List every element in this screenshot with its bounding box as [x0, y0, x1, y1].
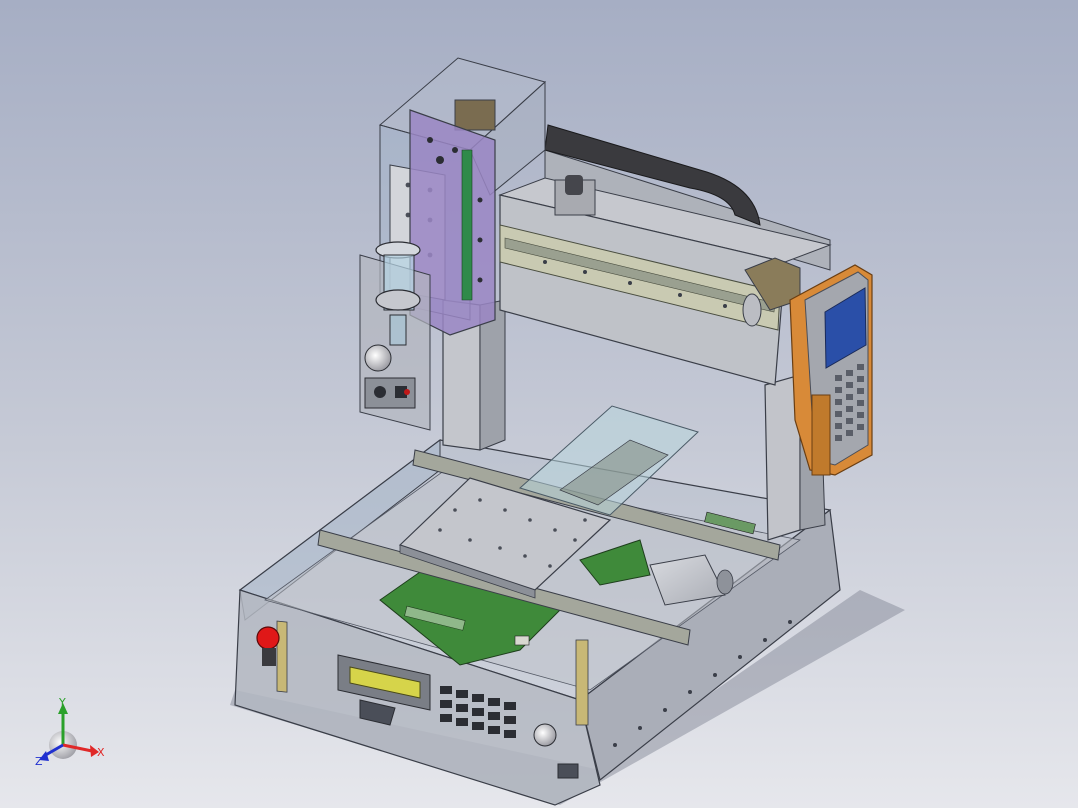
syringe-clamp	[375, 289, 421, 311]
cad-scene[interactable]: Y X Z	[0, 0, 1078, 808]
triad-y-label: Y	[58, 696, 66, 709]
triad-z-label: Z	[35, 755, 43, 768]
x-pulley	[742, 293, 762, 327]
z-green-belt	[461, 149, 473, 301]
triad-x-label: X	[97, 746, 105, 759]
syringe-tip	[389, 314, 407, 346]
valve-knob	[364, 344, 392, 372]
base-motor-shaft	[716, 569, 734, 595]
cad-graphics-viewport[interactable]: Y X Z	[0, 0, 1078, 808]
valve-port-1	[374, 386, 386, 398]
front-knob[interactable]	[533, 723, 557, 747]
front-port[interactable]	[557, 763, 579, 779]
teach-pendant[interactable]	[789, 264, 873, 476]
x-beam-sensor	[565, 175, 583, 195]
z-motor	[454, 99, 496, 131]
front-right-bracket	[575, 639, 589, 726]
pcb-component-1	[514, 635, 530, 646]
pendant-grip	[811, 394, 831, 476]
front-left-bracket	[276, 620, 288, 693]
valve-indicator	[404, 389, 410, 395]
